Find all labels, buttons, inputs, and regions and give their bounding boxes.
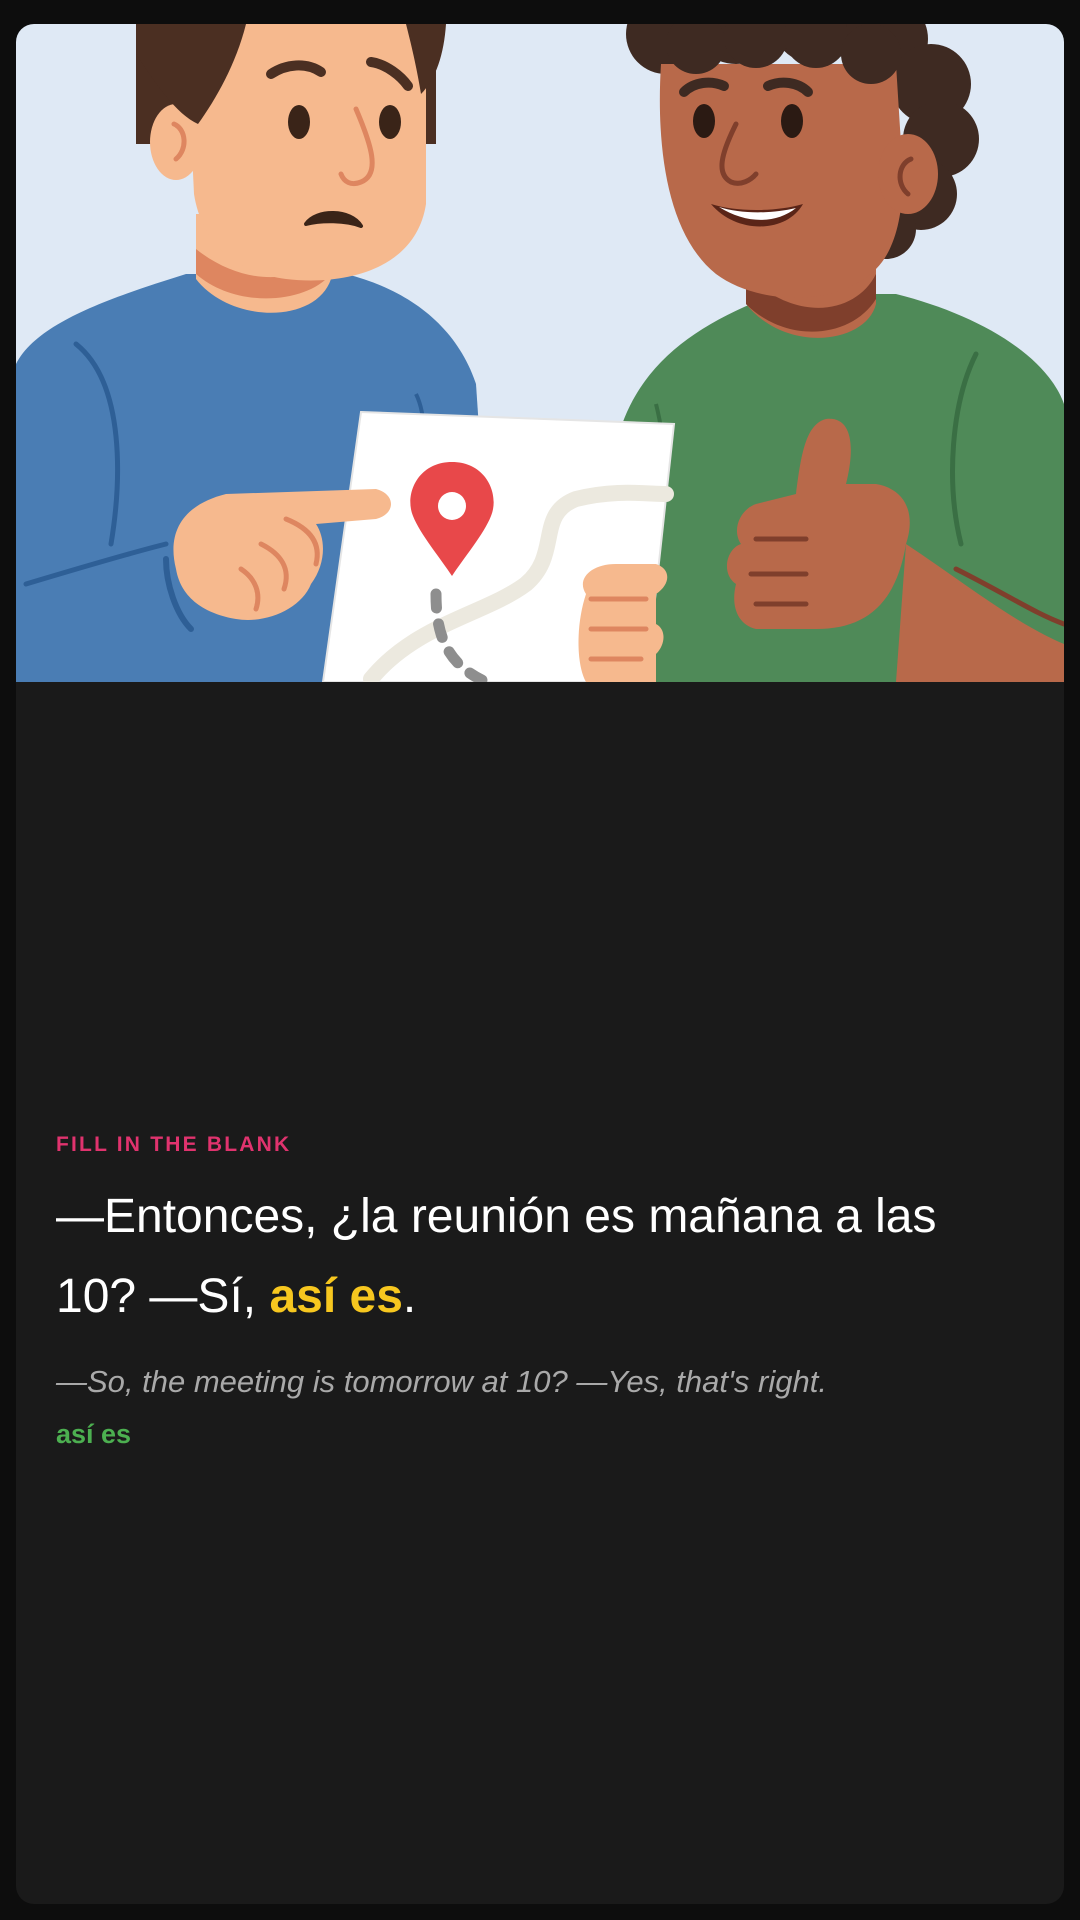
english-translation: —So, the meeting is tomorrow at 10? —Yes… — [56, 1364, 827, 1399]
spanish-sentence: —Entonces, ¿la reunión es mañana a las 1… — [56, 1177, 1024, 1337]
exercise-type-label: FILL IN THE BLANK — [56, 1133, 292, 1156]
holding-hand — [578, 564, 668, 682]
highlighted-answer: así es — [269, 1270, 403, 1323]
two-people-reading-map-illustration — [16, 24, 1064, 682]
sentence-text-before: —Entonces, ¿la reunión es mañana a las 1… — [56, 1190, 937, 1323]
exercise-content: FILL IN THE BLANK —Entonces, ¿la reunión… — [56, 1134, 1024, 1451]
flashcard: FILL IN THE BLANK —Entonces, ¿la reunión… — [16, 24, 1064, 1904]
answer-tag: así es — [56, 1419, 132, 1450]
sentence-text-after: . — [402, 1270, 417, 1323]
